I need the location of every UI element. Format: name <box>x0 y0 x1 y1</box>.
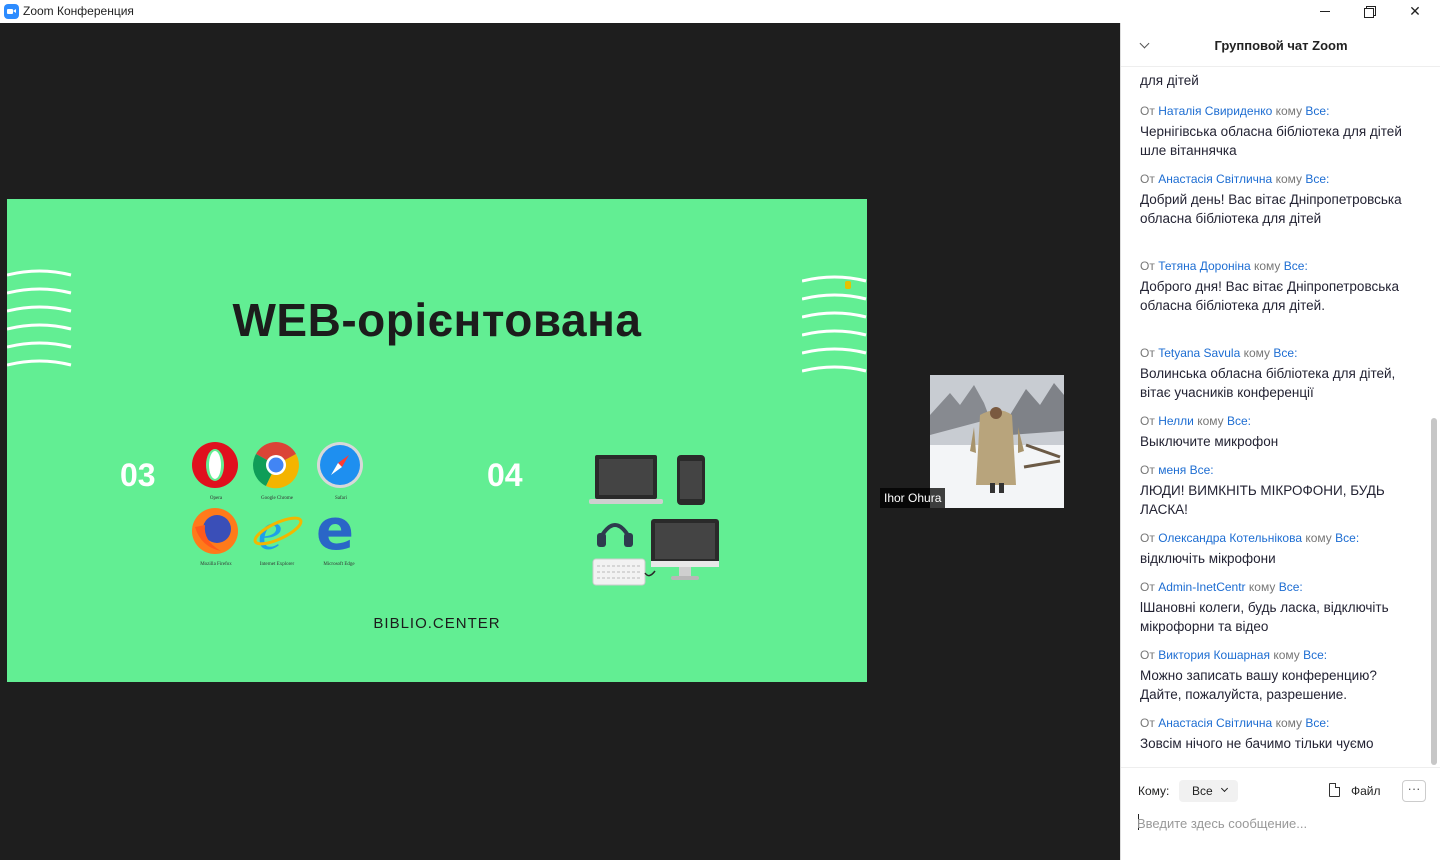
message-input[interactable] <box>1137 812 1427 834</box>
sender-name[interactable]: Наталія Свириденко <box>1158 104 1272 118</box>
message-text: відключіть мікрофони <box>1140 551 1276 566</box>
recipient[interactable]: Все: <box>1305 104 1329 118</box>
to-label: Кому: <box>1138 784 1170 798</box>
window-title: Zoom Конференция <box>23 4 134 18</box>
maximize-button[interactable] <box>1346 0 1392 23</box>
slide-number-right: 04 <box>487 457 523 493</box>
chat-message: От Admin-InetCentr кому Все: lШановні ко… <box>1140 580 1415 636</box>
monitor-icon <box>651 519 719 580</box>
svg-text:e: e <box>316 505 354 555</box>
message-text: Доброго дня! Вас вітає Дніпропетровська … <box>1140 279 1399 313</box>
recipient-value: Все <box>1192 784 1213 798</box>
file-icon <box>1329 783 1340 797</box>
chat-compose: Кому: Все Файл ··· <box>1121 767 1440 860</box>
recipient[interactable]: Все: <box>1303 648 1327 662</box>
participant-photo <box>930 375 1064 508</box>
slide-number-left: 03 <box>120 457 156 493</box>
recipient[interactable]: Все: <box>1305 172 1329 186</box>
recipient[interactable]: Все: <box>1335 531 1359 545</box>
chat-message: От Анастасія Світлична кому Все: Зовсім … <box>1140 716 1415 753</box>
participant-video[interactable] <box>930 375 1064 508</box>
opera-logo: Opera <box>191 441 241 501</box>
shared-slide: WEB-орієнтована 03 04 Opera Google Chrom… <box>7 199 867 682</box>
recipient[interactable]: Все: <box>1227 414 1251 428</box>
opera-icon <box>192 442 238 488</box>
recipient-dropdown[interactable]: Все <box>1179 780 1238 802</box>
sender-name[interactable]: Тетяна Дороніна <box>1158 259 1250 273</box>
sender-name: меня <box>1158 463 1187 477</box>
browser-label: Mozilla Firefox <box>200 562 232 567</box>
message-text: Выключите микрофон <box>1140 434 1279 449</box>
browser-label: Google Chrome <box>260 496 294 501</box>
message-text: Волинська обласна бібліотека для дітей, … <box>1140 366 1396 400</box>
file-label: Файл <box>1351 784 1381 798</box>
close-button[interactable]: ✕ <box>1392 0 1438 23</box>
ie-logo: e Internet Explorer <box>252 501 303 567</box>
chrome-logo: Google Chrome <box>252 441 302 501</box>
chat-panel: Групповой чат Zoom для дітей От Наталія … <box>1120 23 1440 860</box>
chat-message: От Олександра Котельнікова кому Все: від… <box>1140 531 1415 568</box>
chrome-icon <box>253 442 299 489</box>
chat-messages[interactable]: для дітей От Наталія Свириденко кому Все… <box>1121 67 1425 767</box>
more-options-button[interactable]: ··· <box>1402 780 1426 802</box>
chat-message: От Tetyana Savula кому Все: Волинська об… <box>1140 346 1415 402</box>
browser-label: Internet Explorer <box>259 562 295 567</box>
safari-icon <box>317 442 363 488</box>
sender-name[interactable]: Анастасія Світлична <box>1158 172 1272 186</box>
edge-logo: e Microsoft Edge <box>314 498 364 567</box>
sender-name[interactable]: Виктория Кошарная <box>1158 648 1270 662</box>
chat-message-self: От меня Все: ЛЮДИ! ВИМКНІТЬ МІКРОФОНИ, Б… <box>1140 463 1415 519</box>
minimize-button[interactable] <box>1302 0 1348 23</box>
headphones-icon <box>597 523 633 547</box>
sender-name[interactable]: Олександра Котельнікова <box>1158 531 1302 545</box>
devices-illustration <box>589 455 719 586</box>
message-text: Можно записать вашу конференцию? Дайте, … <box>1140 668 1377 702</box>
chat-scrollbar[interactable] <box>1431 70 1437 765</box>
message-text: ЛЮДИ! ВИМКНІТЬ МІКРОФОНИ, БУДЬ ЛАСКА! <box>1140 483 1385 517</box>
recipient[interactable]: Все: <box>1305 716 1329 730</box>
recipient[interactable]: Все: <box>1279 580 1303 594</box>
smartphone-icon <box>677 455 705 505</box>
browser-label: Safari <box>335 496 347 501</box>
browser-label: Microsoft Edge <box>323 562 355 567</box>
chat-message: От Нелли кому Все: Выключите микрофон <box>1140 414 1415 451</box>
keyboard-icon <box>592 558 646 586</box>
scrollbar-thumb[interactable] <box>1431 418 1437 765</box>
firefox-icon <box>192 508 238 554</box>
zoom-camera-icon <box>4 4 19 19</box>
microsoft-edge-icon: e <box>316 498 354 563</box>
title-bar: Zoom Конференция ✕ <box>0 0 1440 23</box>
recipient[interactable]: Все: <box>1190 463 1214 477</box>
recipient[interactable]: Все: <box>1284 259 1308 273</box>
chat-message: От Виктория Кошарная кому Все: Можно зап… <box>1140 648 1415 704</box>
message-text: lШановні колеги, будь ласка, відключіть … <box>1140 600 1389 634</box>
sender-name[interactable]: Нелли <box>1158 414 1194 428</box>
message-text: Зовсім нічого не бачимо тільки чуємо <box>1140 736 1374 751</box>
message-text: Чернігівська обласна бібліотека для діте… <box>1140 124 1402 158</box>
slide-title: WEB-орієнтована <box>232 294 642 346</box>
chat-message: От Тетяна Дороніна кому Все: Доброго дня… <box>1140 259 1415 315</box>
internet-explorer-icon: e <box>253 501 303 561</box>
laptop-icon <box>589 455 663 504</box>
sender-name[interactable]: Admin-InetCentr <box>1158 580 1245 594</box>
chat-message: От Наталія Свириденко кому Все: Чернігів… <box>1140 104 1415 160</box>
chevron-down-icon <box>1220 784 1229 793</box>
message-text: Добрий день! Вас вітає Дніпропетровська … <box>1140 192 1402 226</box>
video-area[interactable]: WEB-орієнтована 03 04 Opera Google Chrom… <box>0 23 1120 860</box>
recipient[interactable]: Все: <box>1273 346 1297 360</box>
sender-name[interactable]: Tetyana Savula <box>1158 346 1240 360</box>
mouse-pointer-icon <box>845 281 851 289</box>
browser-label: Opera <box>209 496 223 501</box>
sender-name[interactable]: Анастасія Світлична <box>1158 716 1272 730</box>
chat-message: От Анастасія Світлична кому Все: Добрий … <box>1140 172 1415 228</box>
participant-name: Ihor Ohura <box>880 488 946 508</box>
chat-title: Групповой чат Zoom <box>1214 38 1348 53</box>
safari-logo: Safari <box>316 441 366 501</box>
chat-header: Групповой чат Zoom <box>1121 23 1440 67</box>
firefox-logo: Mozilla Firefox <box>191 507 241 567</box>
message-text: для дітей <box>1140 73 1199 88</box>
slide-footer: BIBLIO.CENTER <box>373 615 501 632</box>
